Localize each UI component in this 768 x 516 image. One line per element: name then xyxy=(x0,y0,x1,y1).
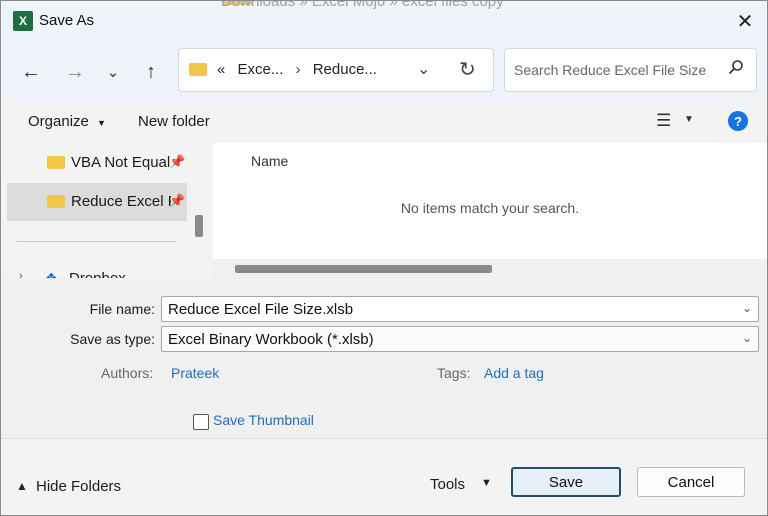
cancel-button[interactable]: Cancel xyxy=(637,467,745,497)
sidebar-scrollbar-thumb[interactable] xyxy=(195,215,203,237)
breadcrumb-segment[interactable]: Reduce... xyxy=(313,61,377,78)
chevron-down-icon: ⌄ xyxy=(106,64,120,81)
help-icon[interactable]: ? xyxy=(728,111,748,131)
folder-icon xyxy=(47,156,65,169)
search-icon[interactable] xyxy=(728,59,744,80)
file-name-field[interactable]: Reduce Excel File Size.xlsb ⌄ xyxy=(161,296,759,322)
file-list: Name No items match your search. xyxy=(213,143,767,278)
recent-locations-button[interactable]: ⌄ xyxy=(100,59,126,85)
sidebar-scrollbar[interactable] xyxy=(191,143,211,278)
breadcrumb-overflow[interactable]: « xyxy=(217,61,225,78)
authors-label: Authors: xyxy=(101,365,154,381)
arrow-right-icon: → xyxy=(65,60,85,83)
navigation-pane: VBA Not Equal 📌 Reduce Excel File Size 📌… xyxy=(1,143,211,278)
tags-value[interactable]: Add a tag xyxy=(484,365,544,381)
tags-label: Tags: xyxy=(437,365,471,381)
authors-value[interactable]: Prateek xyxy=(171,365,219,381)
refresh-icon[interactable]: ↻ xyxy=(459,57,476,82)
save-type-select[interactable]: Excel Binary Workbook (*.xlsb) ⌄ xyxy=(161,326,759,352)
sidebar-item-label: VBA Not Equal xyxy=(71,154,171,171)
folder-icon xyxy=(189,63,207,76)
hide-folders-button[interactable]: Hide Folders xyxy=(36,478,121,495)
up-button[interactable]: ↑ xyxy=(138,59,164,85)
forward-button[interactable]: → xyxy=(62,59,88,85)
dropbox-icon: ❖ xyxy=(45,270,58,278)
organize-label: Organize xyxy=(28,113,89,130)
pin-icon: 📌 xyxy=(169,193,186,208)
breadcrumb-segment[interactable]: Exce... xyxy=(238,61,284,78)
caret-down-icon[interactable]: ▼ xyxy=(481,477,492,489)
folder-icon xyxy=(47,195,65,208)
breadcrumb: « Exce... › Reduce... xyxy=(217,61,377,78)
save-button[interactable]: Save xyxy=(511,467,621,497)
save-type-value: Excel Binary Workbook (*.xlsb) xyxy=(168,331,374,348)
caret-down-icon: ▼ xyxy=(97,118,106,128)
address-bar[interactable]: « Exce... › Reduce... ⌄ ↻ xyxy=(178,48,494,92)
file-name-label: File name: xyxy=(89,301,155,317)
title-bar[interactable]: Downloads » Excel Mojo » excel files cop… xyxy=(1,1,767,41)
empty-message: No items match your search. xyxy=(400,200,580,216)
sidebar-item-vba-not-equal[interactable]: VBA Not Equal 📌 xyxy=(7,144,187,182)
breadcrumb-separator[interactable]: › xyxy=(296,61,301,78)
file-name-value: Reduce Excel File Size.xlsb xyxy=(168,301,354,318)
command-bar: Organize ▼ New folder ☰ ▼ ? xyxy=(1,101,767,143)
footer-bar: ▲ Hide Folders Tools ▼ Save Cancel xyxy=(1,438,767,515)
window-title: Save As xyxy=(39,12,95,29)
view-options-icon[interactable]: ☰ xyxy=(656,111,671,131)
close-button[interactable]: ✕ xyxy=(731,7,759,35)
chevron-down-icon[interactable]: ⌄ xyxy=(742,301,752,315)
sidebar-item-dropbox[interactable]: Dropbox xyxy=(69,270,126,278)
tools-button[interactable]: Tools xyxy=(430,476,465,493)
save-thumbnail-checkbox[interactable] xyxy=(193,414,209,430)
address-dropdown-icon[interactable]: ⌄ xyxy=(417,59,430,79)
caret-down-icon[interactable]: ▼ xyxy=(684,114,694,125)
organize-button[interactable]: Organize ▼ xyxy=(28,113,106,130)
sidebar-item-label: Reduce Excel File Size xyxy=(71,193,171,210)
chevron-up-icon[interactable]: ▲ xyxy=(16,479,28,493)
save-as-dialog: Downloads » Excel Mojo » excel files cop… xyxy=(0,0,768,516)
arrow-up-icon: ↑ xyxy=(146,60,156,83)
close-icon: ✕ xyxy=(736,10,754,33)
chevron-down-icon[interactable]: ⌄ xyxy=(742,331,752,345)
background-window-path: Downloads » Excel Mojo » excel files cop… xyxy=(221,0,504,10)
expand-arrow-icon[interactable]: › xyxy=(19,270,23,278)
horizontal-scrollbar-thumb[interactable] xyxy=(235,265,492,273)
pin-icon: 📌 xyxy=(169,154,186,169)
search-input[interactable]: Search Reduce Excel File Size xyxy=(514,62,706,78)
column-header-name[interactable]: Name xyxy=(251,153,288,169)
new-folder-button[interactable]: New folder xyxy=(138,113,210,130)
excel-app-icon: X xyxy=(13,11,33,31)
back-button[interactable]: ← xyxy=(18,59,44,85)
sidebar-item-reduce-excel-file-size[interactable]: Reduce Excel File Size 📌 xyxy=(7,183,187,221)
navigation-bar: ← → ⌄ ↑ « Exce... › Reduce... ⌄ ↻ Search… xyxy=(1,41,767,101)
save-form: File name: Reduce Excel File Size.xlsb ⌄… xyxy=(1,278,767,438)
save-thumbnail-label[interactable]: Save Thumbnail xyxy=(213,412,314,428)
arrow-left-icon: ← xyxy=(21,60,41,83)
sidebar-divider xyxy=(17,241,177,242)
save-type-label: Save as type: xyxy=(70,331,155,347)
search-box[interactable]: Search Reduce Excel File Size xyxy=(504,48,757,92)
